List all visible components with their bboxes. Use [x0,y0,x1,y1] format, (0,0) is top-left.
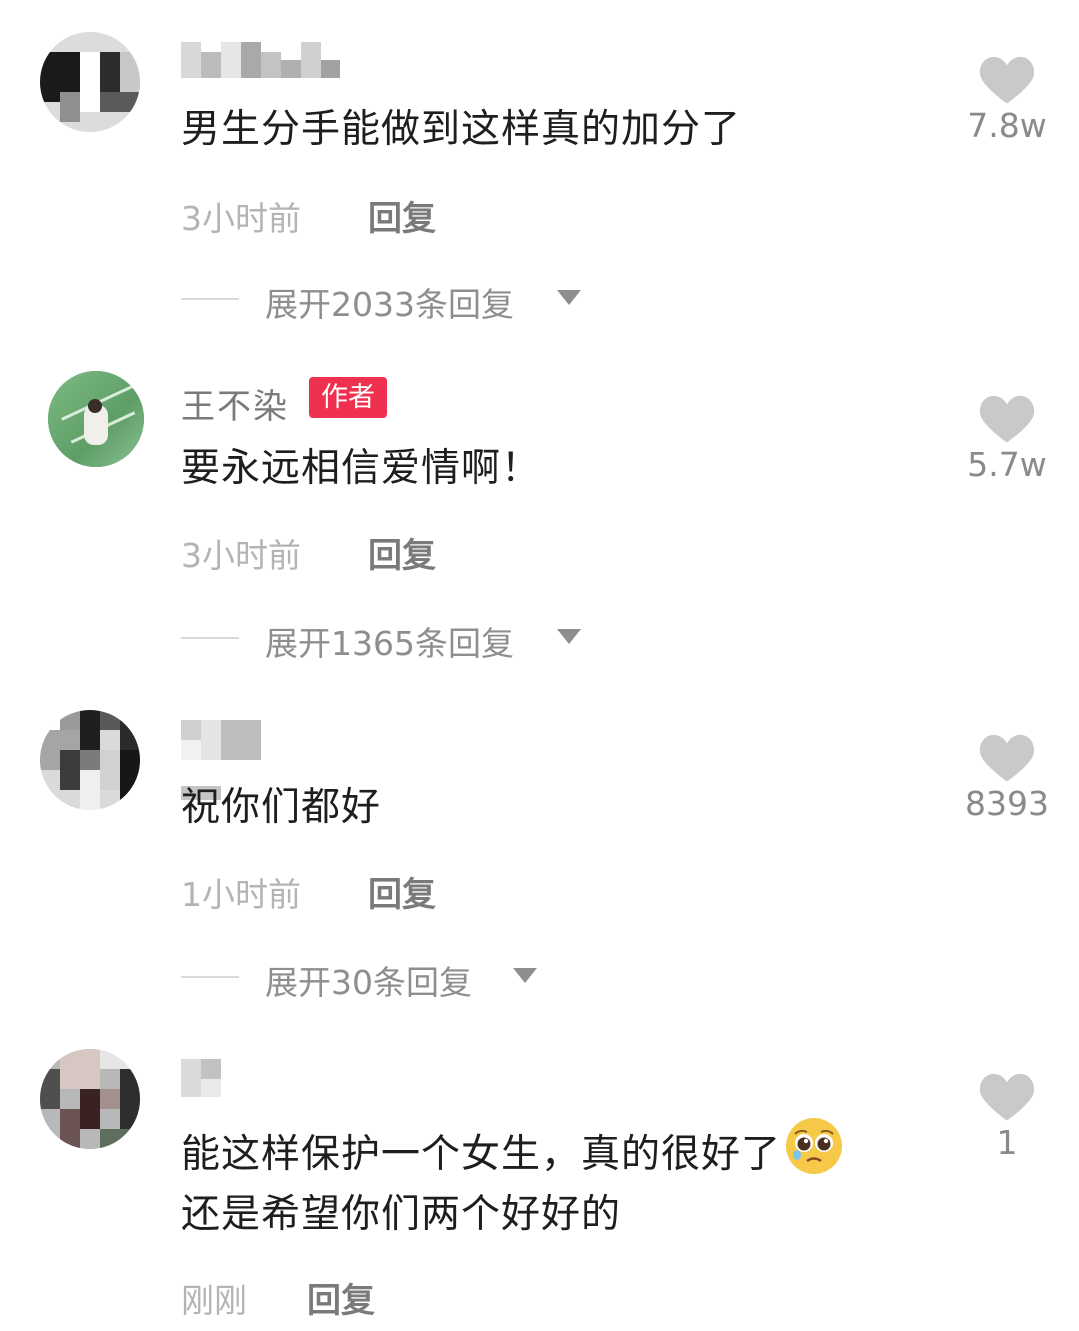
divider [181,976,239,978]
author-name[interactable]: 王不染 [181,379,289,428]
like-button[interactable]: 7.8w [955,54,1059,145]
comment-text-line2: 还是希望你们两个好好的 [181,1192,622,1237]
caret-down-icon [513,968,537,983]
comment-text: 要永远相信爱情啊！ [181,446,542,491]
expand-replies[interactable]: 展开1365条回复 [181,617,601,663]
heart-icon [979,734,1035,782]
reply-button[interactable]: 回复 [368,191,436,240]
like-count: 5.7w [967,445,1047,484]
like-button[interactable]: 8393 [955,732,1059,823]
expand-replies[interactable]: 展开30条回复 [181,956,561,1002]
expand-replies-label: 展开30条回复 [265,963,472,1002]
like-button[interactable]: 1 [955,1071,1059,1162]
heart-icon [979,56,1035,104]
heart-icon [979,1073,1035,1121]
avatar[interactable] [40,1049,140,1149]
comment-time: 1小时前 [181,875,301,914]
comment-text: 男生分手能做到这样真的加分了 [181,107,742,152]
comment-time: 刚刚 [181,1281,247,1320]
author-badge: 作者 [309,377,387,418]
divider [181,637,239,639]
heart-icon [979,395,1035,443]
expand-replies-label: 展开2033条回复 [265,285,514,324]
comment-text: 能这样保护一个女生，真的很好了 还是希望你们两个好好的 [181,1117,843,1245]
reply-button[interactable]: 回复 [368,528,436,577]
like-count: 7.8w [967,106,1047,145]
caret-down-icon [557,290,581,305]
avatar[interactable] [40,32,140,132]
divider [181,298,239,300]
expand-replies-label: 展开1365条回复 [265,624,514,663]
avatar[interactable] [40,710,140,810]
username-pixelated[interactable] [181,42,340,78]
caret-down-icon [557,629,581,644]
like-button[interactable]: 5.7w [955,393,1059,484]
comment-time: 3小时前 [181,536,301,575]
comment-time: 3小时前 [181,199,301,238]
pleading-face-icon [786,1118,843,1174]
like-count: 8393 [965,784,1049,823]
like-count: 1 [996,1123,1018,1162]
reply-button[interactable]: 回复 [368,867,436,916]
comment-text-line1: 能这样保护一个女生，真的很好了 [181,1132,782,1177]
reply-button[interactable]: 回复 [307,1273,375,1322]
comment-text: 祝你们都好 [181,785,382,830]
expand-replies[interactable]: 展开2033条回复 [181,278,601,324]
avatar[interactable] [48,371,144,467]
username-pixelated[interactable] [181,1059,221,1097]
